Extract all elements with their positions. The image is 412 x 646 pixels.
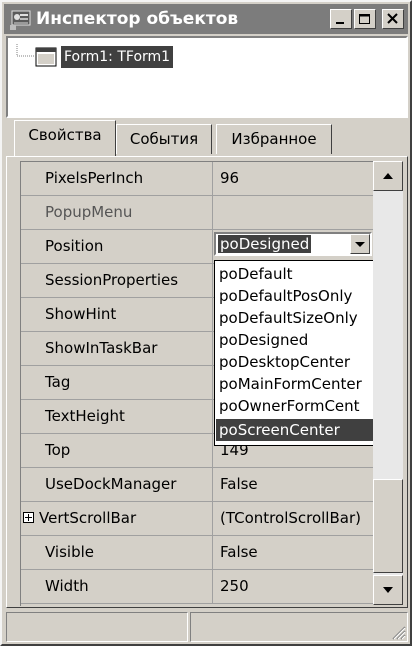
tree-node-label: Form1: TForm1 [61,46,174,68]
minimize-button[interactable] [330,9,352,29]
property-value[interactable]: 250 [214,570,373,603]
inspector-tabs: Свойства События Избранное [6,118,408,158]
combo-dropdown-button[interactable] [350,234,370,254]
dropdown-option[interactable]: poDesigned [216,329,374,351]
property-name: SessionProperties [21,264,213,297]
object-inspector-app-icon [10,10,31,30]
scroll-up-button[interactable] [373,161,403,191]
component-tree[interactable]: Form1: TForm1 [6,36,408,118]
dropdown-option[interactable]: poOwnerFormCent [216,395,374,417]
position-dropdown-list[interactable]: poDefault poDefaultPosOnly poDefaultSize… [214,260,376,446]
close-icon [387,13,398,24]
maximize-button[interactable] [354,9,376,29]
property-row[interactable]: UseDockManager False [21,468,373,502]
title-bar[interactable]: Инспектор объектов [4,4,408,34]
resize-grip-icon[interactable] [390,624,406,640]
property-value[interactable]: 96 [214,162,373,195]
property-name-text: VertScrollBar [39,509,137,527]
property-name: Width [21,570,213,603]
tree-connector-lines [16,44,34,57]
property-value[interactable]: False [214,468,373,501]
chevron-down-icon [355,242,365,247]
expand-plus-icon[interactable] [23,512,34,523]
property-name: PixelsPerInch [21,162,213,195]
tab-properties[interactable]: Свойства [14,120,116,156]
scroll-thumb[interactable] [373,479,403,573]
maximize-icon [359,14,370,24]
position-combobox[interactable]: poDesigned [214,232,372,256]
status-bar [6,612,408,642]
property-row[interactable]: Visible False [21,536,373,570]
dropdown-option[interactable]: poDesktopCenter [216,351,374,373]
property-value[interactable] [214,196,373,229]
property-value[interactable]: False [214,536,373,569]
property-name: ShowHint [21,298,213,331]
property-row[interactable]: VertScrollBar (TControlScrollBar) [21,502,373,536]
property-name: Position [21,230,213,263]
property-name: Top [21,434,213,467]
arrow-up-icon [383,173,393,179]
property-name: TextHeight [21,400,213,433]
property-row[interactable]: PopupMenu [21,196,373,230]
arrow-down-icon [383,587,393,593]
position-combo-value: poDesigned [218,235,312,253]
scroll-down-button[interactable] [373,575,403,605]
property-row[interactable]: Width 250 [21,570,373,604]
property-value[interactable]: (TControlScrollBar) [214,502,373,535]
property-name: ShowInTaskBar [21,332,213,365]
property-name: Tag [21,366,213,399]
property-name: UseDockManager [21,468,213,501]
close-button[interactable] [382,9,404,29]
window-title: Инспектор объектов [36,9,239,29]
minimize-icon [336,22,344,24]
dropdown-option[interactable]: poDefault [216,263,374,285]
property-name: PopupMenu [21,196,213,229]
tab-events[interactable]: События [116,124,212,154]
dropdown-option-selected[interactable]: poScreenCenter [216,419,374,441]
dropdown-option[interactable]: poDefaultSizeOnly [216,307,374,329]
object-inspector-window: Инспектор объектов Form1: TForm1 Свойств… [0,0,412,646]
dropdown-option[interactable]: poDefaultPosOnly [216,285,374,307]
property-name: VertScrollBar [21,502,213,535]
property-row[interactable]: PixelsPerInch 96 [21,162,373,196]
dropdown-option[interactable]: poMainFormCenter [216,373,374,395]
status-panel-left [6,612,188,642]
status-panel-right [190,612,408,642]
tab-favorites[interactable]: Избранное [216,124,332,154]
form-icon [35,47,57,67]
property-name: Visible [21,536,213,569]
vertical-scrollbar[interactable] [373,161,403,605]
